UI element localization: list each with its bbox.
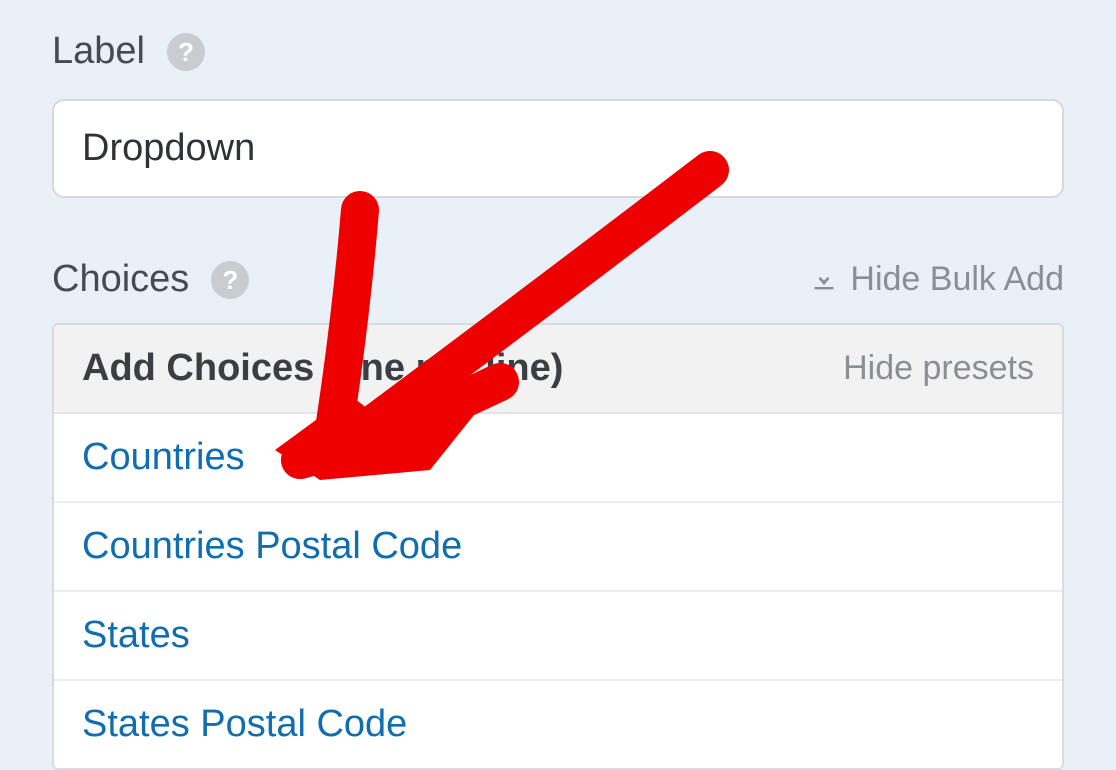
hide-bulk-add-toggle[interactable]: Hide Bulk Add	[810, 260, 1064, 299]
choices-panel-title: Add Choices (one per line)	[82, 347, 563, 390]
hide-presets-link[interactable]: Hide presets	[843, 349, 1034, 388]
help-icon[interactable]: ?	[211, 261, 249, 299]
choices-label-group: Choices ?	[52, 258, 249, 301]
choices-panel: Add Choices (one per line) Hide presets …	[52, 323, 1064, 770]
preset-countries[interactable]: Countries	[54, 414, 1062, 503]
choices-header-row: Choices ? Hide Bulk Add	[52, 258, 1064, 301]
preset-states-postal[interactable]: States Postal Code	[54, 681, 1062, 768]
label-input[interactable]	[52, 99, 1064, 198]
preset-countries-postal[interactable]: Countries Postal Code	[54, 503, 1062, 592]
choices-panel-header: Add Choices (one per line) Hide presets	[54, 325, 1062, 414]
help-icon[interactable]: ?	[167, 33, 205, 71]
choices-label: Choices	[52, 258, 189, 301]
hide-bulk-add-label: Hide Bulk Add	[850, 260, 1064, 299]
field-settings-panel: Label ? Choices ? Hide Bulk Add Add Choi…	[0, 0, 1116, 770]
preset-states[interactable]: States	[54, 592, 1062, 681]
label-row: Label ?	[52, 30, 1064, 73]
label-text: Label	[52, 30, 145, 73]
download-icon	[810, 266, 838, 294]
